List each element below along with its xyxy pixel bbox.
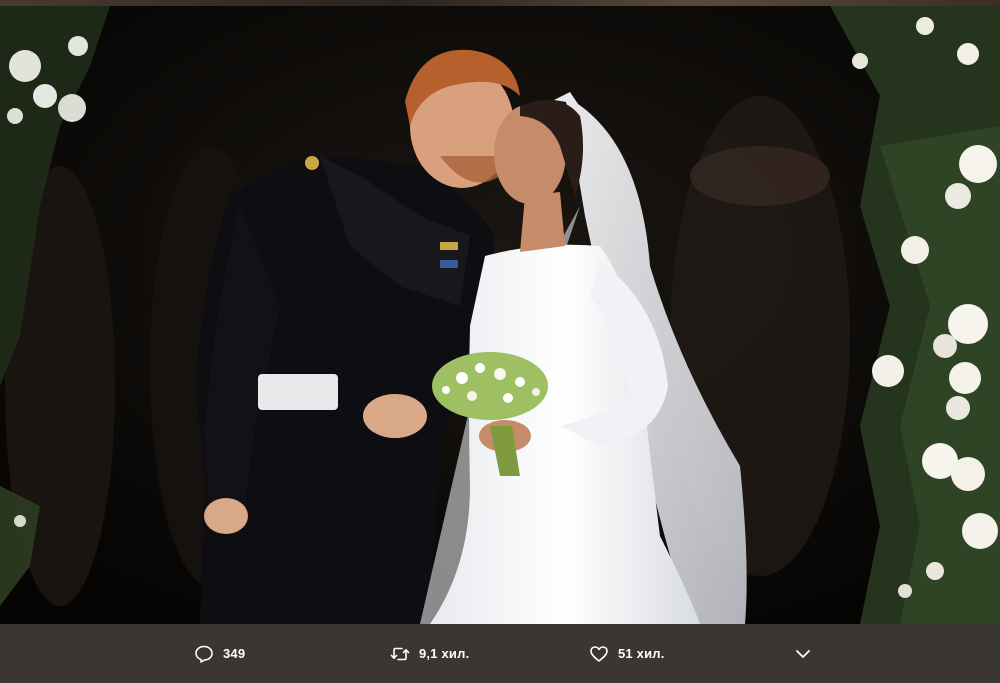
like-count: 51 хил. <box>618 646 665 661</box>
heart-icon <box>589 644 609 664</box>
tweet-action-bar: 349 9,1 хил. 51 хил. <box>0 624 1000 683</box>
media-viewer: 349 9,1 хил. 51 хил. <box>0 0 1000 683</box>
chevron-down-icon <box>793 644 813 664</box>
reply-icon <box>194 644 214 664</box>
retweet-button[interactable]: 9,1 хил. <box>390 624 469 683</box>
more-options-button[interactable] <box>793 624 813 683</box>
reply-button[interactable]: 349 <box>194 624 245 683</box>
retweet-icon <box>390 644 410 664</box>
tweet-photo[interactable] <box>0 6 1000 624</box>
photo-illustration <box>0 6 1000 624</box>
like-button[interactable]: 51 хил. <box>589 624 665 683</box>
retweet-count: 9,1 хил. <box>419 646 470 661</box>
reply-count: 349 <box>223 646 246 661</box>
